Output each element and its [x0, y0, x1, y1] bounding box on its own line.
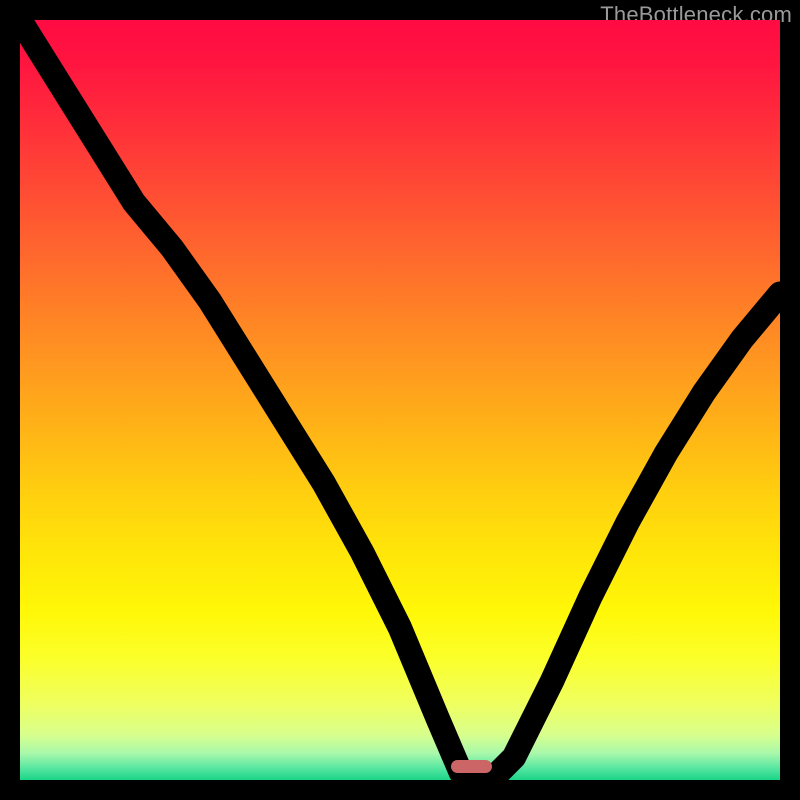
bottleneck-curve	[20, 20, 780, 780]
optimal-marker	[451, 760, 493, 773]
plot-area	[20, 20, 780, 780]
chart-frame: TheBottleneck.com	[0, 0, 800, 800]
curve-path	[20, 20, 780, 780]
